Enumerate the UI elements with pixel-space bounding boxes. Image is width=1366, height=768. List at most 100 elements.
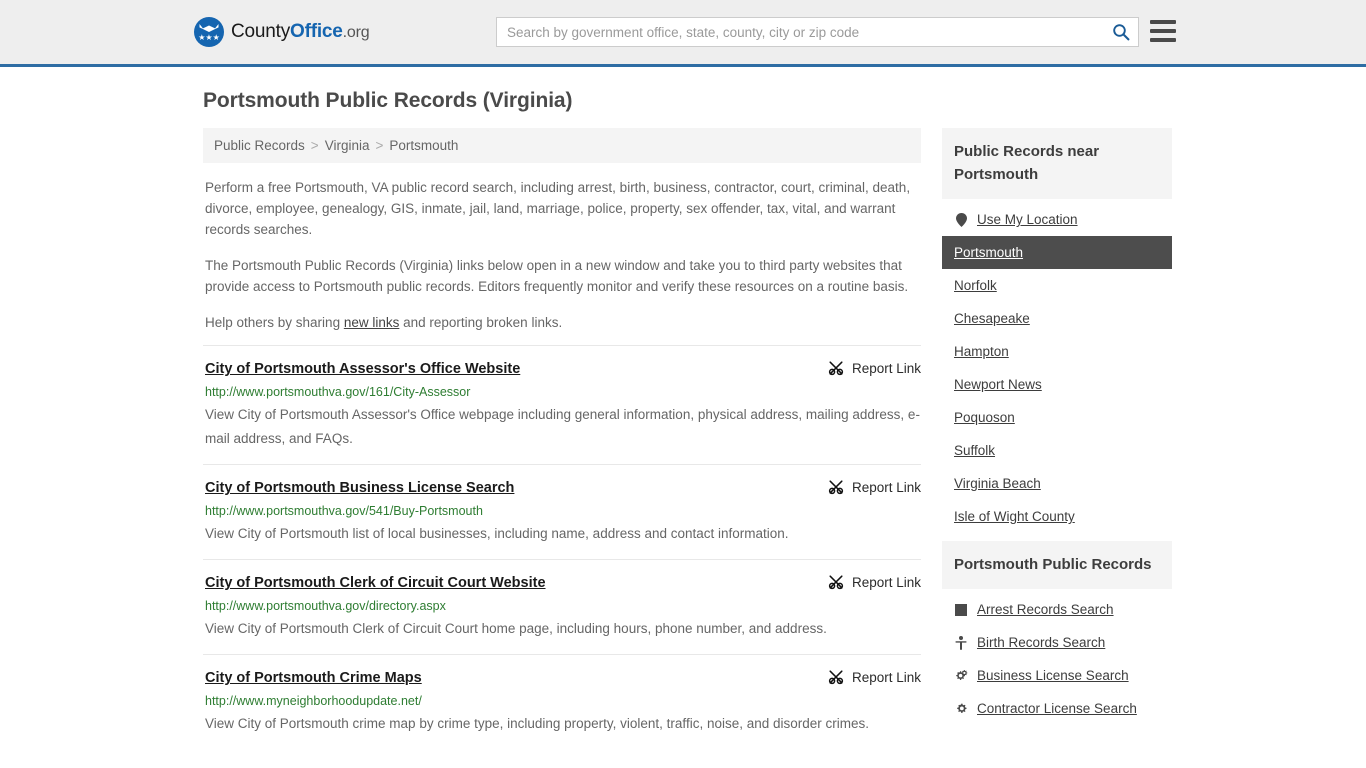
hamburger-bar-1 xyxy=(1150,20,1176,24)
hamburger-bar-2 xyxy=(1150,29,1176,33)
portsmouth-records-heading: Portsmouth Public Records xyxy=(942,541,1172,589)
result-description: View City of Portsmouth Clerk of Circuit… xyxy=(205,621,827,636)
intro-paragraph-1: Perform a free Portsmouth, VA public rec… xyxy=(205,180,911,237)
report-link-label: Report Link xyxy=(851,669,921,685)
sidebar-item-newport-news[interactable]: Newport News xyxy=(942,368,1172,401)
result-url-link[interactable]: http://www.portsmouthva.gov/directory.as… xyxy=(205,598,921,614)
site-header: ★★★ CountyOffice.org xyxy=(0,0,1366,67)
sidebar-item-suffolk[interactable]: Suffolk xyxy=(942,434,1172,467)
breadcrumb-item-virginia[interactable]: Virginia xyxy=(325,138,370,153)
nearby-records-box: Public Records near Portsmouth Use My Lo… xyxy=(942,128,1172,533)
breadcrumb: Public Records > Virginia > Portsmouth xyxy=(203,128,921,163)
search-button[interactable] xyxy=(1104,18,1138,46)
sidebar-link-label[interactable]: Suffolk xyxy=(954,443,995,458)
nearby-records-heading: Public Records near Portsmouth xyxy=(942,128,1172,199)
result-item: City of Portsmouth Business License Sear… xyxy=(203,464,921,559)
result-url-link[interactable]: http://www.portsmouthva.gov/161/City-Ass… xyxy=(205,384,921,400)
brand-name-part1: County xyxy=(231,21,291,42)
sidebar-item-norfolk[interactable]: Norfolk xyxy=(942,269,1172,302)
logo-stars: ★★★ xyxy=(198,33,220,42)
intro-paragraph-2: The Portsmouth Public Records (Virginia)… xyxy=(205,258,909,294)
breadcrumb-separator: > xyxy=(375,138,384,153)
sidebar-link-label[interactable]: Newport News xyxy=(954,377,1042,392)
sidebar-item-hampton[interactable]: Hampton xyxy=(942,335,1172,368)
broken-link-icon xyxy=(828,670,844,685)
content-columns: Public Records > Virginia > Portsmouth P… xyxy=(203,128,1172,749)
square-icon xyxy=(954,603,968,616)
result-title-link[interactable]: City of Portsmouth Crime Maps xyxy=(205,669,422,687)
sidebar-link-label[interactable]: Birth Records Search xyxy=(977,635,1105,650)
sidebar-item-poquoson[interactable]: Poquoson xyxy=(942,401,1172,434)
sidebar-item-portsmouth[interactable]: Portsmouth xyxy=(942,236,1172,269)
new-links-link[interactable]: new links xyxy=(344,315,400,330)
sidebar-link-label[interactable]: Hampton xyxy=(954,344,1009,359)
result-title-link[interactable]: City of Portsmouth Clerk of Circuit Cour… xyxy=(205,574,546,592)
broken-link-icon xyxy=(828,575,844,590)
sidebar-item-chesapeake[interactable]: Chesapeake xyxy=(942,302,1172,335)
help-suffix-text: and reporting broken links. xyxy=(399,315,563,330)
intro-section: Perform a free Portsmouth, VA public rec… xyxy=(203,163,921,333)
sidebar-item-contractor-license-search[interactable]: Contractor License Search xyxy=(942,692,1172,725)
sidebar: Public Records near Portsmouth Use My Lo… xyxy=(942,128,1172,733)
sidebar-item-arrest-records-search[interactable]: Arrest Records Search xyxy=(942,593,1172,626)
report-link-label: Report Link xyxy=(851,574,921,590)
search-bar[interactable] xyxy=(496,17,1139,47)
page-container: Portsmouth Public Records (Virginia) Pub… xyxy=(0,67,1366,749)
brand-wordmark: CountyOffice.org xyxy=(231,21,370,43)
result-url-link[interactable]: http://www.myneighborhoodupdate.net/ xyxy=(205,693,921,709)
result-item: City of Portsmouth Crime Maps Report Lin… xyxy=(203,654,921,749)
brand-name-tld: .org xyxy=(342,24,370,41)
breadcrumb-separator: > xyxy=(310,138,319,153)
result-header: City of Portsmouth Assessor's Office Web… xyxy=(205,360,921,378)
result-header: City of Portsmouth Business License Sear… xyxy=(205,479,921,497)
page-title: Portsmouth Public Records (Virginia) xyxy=(203,89,573,112)
site-logo[interactable]: ★★★ CountyOffice.org xyxy=(194,17,370,47)
hamburger-menu-icon[interactable] xyxy=(1150,20,1176,42)
person-icon xyxy=(954,635,968,650)
breadcrumb-item-portsmouth[interactable]: Portsmouth xyxy=(389,138,458,153)
sidebar-link-label[interactable]: Portsmouth xyxy=(954,245,1023,260)
result-item: City of Portsmouth Assessor's Office Web… xyxy=(203,345,921,464)
sidebar-link-label[interactable]: Chesapeake xyxy=(954,311,1030,326)
sidebar-link-label[interactable]: Poquoson xyxy=(954,410,1015,425)
sidebar-item-virginia-beach[interactable]: Virginia Beach xyxy=(942,467,1172,500)
sidebar-link-label[interactable]: Arrest Records Search xyxy=(977,602,1114,617)
search-input[interactable] xyxy=(497,18,1104,46)
sidebar-link-label[interactable]: Norfolk xyxy=(954,278,997,293)
sidebar-link-label[interactable]: Contractor License Search xyxy=(977,701,1137,716)
search-icon xyxy=(1113,24,1130,41)
main-column: Public Records > Virginia > Portsmouth P… xyxy=(203,128,921,749)
double-gear-icon xyxy=(954,669,968,682)
sidebar-item-use-my-location[interactable]: Use My Location xyxy=(942,203,1172,236)
report-link-button[interactable]: Report Link xyxy=(828,669,921,685)
result-title-link[interactable]: City of Portsmouth Business License Sear… xyxy=(205,479,514,497)
result-header: City of Portsmouth Clerk of Circuit Cour… xyxy=(205,574,921,592)
breadcrumb-item-public-records[interactable]: Public Records xyxy=(214,138,305,153)
eagle-wing-shape xyxy=(199,24,219,32)
sidebar-link-label[interactable]: Virginia Beach xyxy=(954,476,1041,491)
report-link-button[interactable]: Report Link xyxy=(828,479,921,495)
broken-link-icon xyxy=(828,480,844,495)
report-link-button[interactable]: Report Link xyxy=(828,360,921,376)
nearby-records-list: Use My Location Portsmouth Norfolk Chesa… xyxy=(942,199,1172,533)
sidebar-link-label[interactable]: Isle of Wight County xyxy=(954,509,1075,524)
sidebar-link-label[interactable]: Business License Search xyxy=(977,668,1129,683)
result-description: View City of Portsmouth list of local bu… xyxy=(205,526,789,541)
result-title-link[interactable]: City of Portsmouth Assessor's Office Web… xyxy=(205,360,520,378)
broken-link-icon xyxy=(828,361,844,376)
gear-icon xyxy=(954,702,968,715)
sidebar-item-birth-records-search[interactable]: Birth Records Search xyxy=(942,626,1172,659)
result-description: View City of Portsmouth crime map by cri… xyxy=(205,716,870,731)
report-link-label: Report Link xyxy=(851,479,921,495)
portsmouth-records-box: Portsmouth Public Records Arrest Records… xyxy=(942,541,1172,725)
result-description: View City of Portsmouth Assessor's Offic… xyxy=(205,407,920,446)
sidebar-link-label[interactable]: Use My Location xyxy=(977,212,1078,227)
intro-help-paragraph: Help others by sharing new links and rep… xyxy=(205,312,921,333)
report-link-label: Report Link xyxy=(851,360,921,376)
sidebar-item-business-license-search[interactable]: Business License Search xyxy=(942,659,1172,692)
result-url-link[interactable]: http://www.portsmouthva.gov/541/Buy-Port… xyxy=(205,503,921,519)
sidebar-item-isle-of-wight-county[interactable]: Isle of Wight County xyxy=(942,500,1172,533)
brand-name-part2: Office xyxy=(290,21,343,42)
map-pin-icon xyxy=(954,212,968,227)
report-link-button[interactable]: Report Link xyxy=(828,574,921,590)
